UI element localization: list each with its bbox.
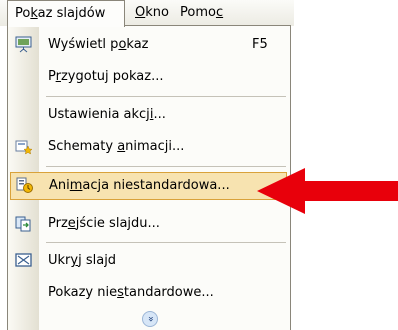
menu-accesskey: k bbox=[30, 6, 38, 21]
menu-item-pokazy-niestandardowe[interactable]: Pokazy niestandardowe... bbox=[8, 277, 290, 309]
menu-item-przejscie-slajdu[interactable]: Przejście slajdu... bbox=[8, 208, 290, 240]
menu-accesskey: O bbox=[135, 5, 146, 20]
menu-pokaz-slajdow[interactable]: Pokaz slajdów bbox=[7, 0, 125, 27]
shortcut-label: F5 bbox=[252, 37, 268, 52]
menu-item-label: Schematy animacji... bbox=[48, 139, 185, 154]
menu-item-schematy-animacji[interactable]: Schematy animacji... bbox=[8, 131, 290, 163]
menu-item-label: Wyświetl pokaz bbox=[48, 37, 149, 52]
menu-item-label: Pokazy niestandardowe... bbox=[48, 285, 214, 300]
menu-pomoc[interactable]: Pomoc bbox=[180, 0, 223, 26]
menu-item-ustawienia-akcji[interactable]: Ustawienia akcji... bbox=[8, 99, 290, 131]
menu-separator bbox=[46, 96, 286, 97]
menu-okno[interactable]: Okno bbox=[135, 0, 169, 26]
menu-item-label: Przejście slajdu... bbox=[48, 216, 160, 231]
menu-item-ukryj-slajd[interactable]: Ukryj slajd bbox=[8, 245, 290, 277]
menu-separator bbox=[46, 166, 286, 167]
hide-slide-icon bbox=[15, 253, 32, 267]
menu-item-label: Ustawienia akcji... bbox=[48, 107, 166, 122]
menu-item-animacja-niestandardowa[interactable]: Animacja niestandardowa... bbox=[10, 172, 287, 200]
slide-transition-icon bbox=[15, 216, 31, 232]
menu-separator bbox=[46, 242, 286, 243]
red-arrow-icon bbox=[257, 168, 398, 214]
menu-label: Po bbox=[15, 6, 31, 21]
dropdown-menu: Wyświetl pokaz F5 Przygotuj pokaz... Ust… bbox=[7, 25, 291, 330]
menu-item-przygotuj-pokaz[interactable]: Przygotuj pokaz... bbox=[8, 61, 290, 93]
menu-label: Pomo bbox=[180, 5, 216, 20]
menu-item-label: Ukryj slajd bbox=[48, 253, 117, 268]
slideshow-icon bbox=[15, 36, 32, 53]
double-chevron-down-icon[interactable]: » bbox=[142, 311, 158, 327]
menu-accesskey: c bbox=[215, 5, 224, 20]
menu-item-label: Animacja niestandardowa... bbox=[49, 178, 230, 193]
menu-item-wyswietl-pokaz[interactable]: Wyświetl pokaz F5 bbox=[8, 29, 290, 61]
menu-item-label: Przygotuj pokaz... bbox=[48, 69, 164, 84]
menu-label: az slajdów bbox=[37, 6, 106, 21]
menu-bar: Pokaz slajdów Okno Pomoc bbox=[0, 0, 294, 27]
animation-schemes-icon bbox=[15, 140, 32, 155]
menu-label: kno bbox=[145, 5, 169, 20]
custom-animation-icon bbox=[16, 177, 33, 193]
